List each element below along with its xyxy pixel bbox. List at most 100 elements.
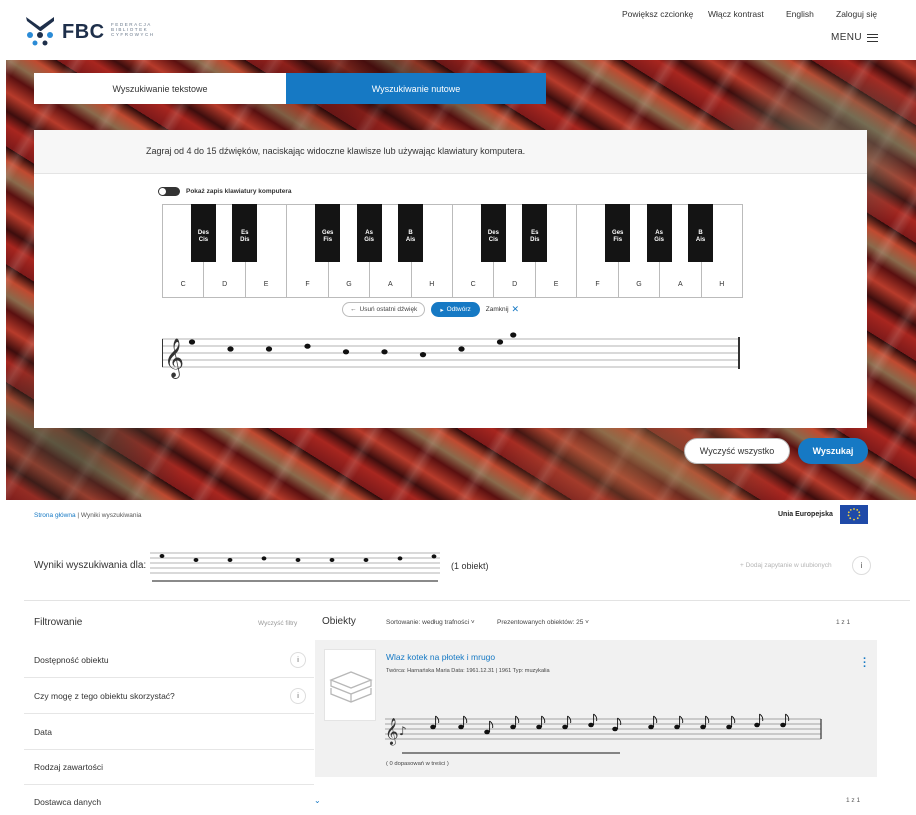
more-options-icon[interactable]: · · · <box>863 654 867 673</box>
query-note <box>159 554 165 558</box>
keyboard-toggle-row[interactable]: Pokaż zapis klawiatury komputera <box>158 187 291 196</box>
keyboard-toggle-switch[interactable] <box>158 187 180 196</box>
card-note <box>780 722 786 728</box>
card-note-flag <box>759 713 764 722</box>
filter-date[interactable]: Data ⌄ <box>24 715 321 750</box>
query-note <box>295 558 301 562</box>
input-note <box>265 346 273 352</box>
white-key-label: C <box>470 281 476 288</box>
filter-data-provider[interactable]: Dostawca danych ⌄ <box>24 785 321 815</box>
section-divider <box>24 600 910 601</box>
logo-subtitle: FEDERACJA BIBLIOTEK CYFROWYCH <box>111 22 155 37</box>
card-note <box>648 724 654 730</box>
sort-dropdown[interactable]: Sortowanie: według trafności ˅ <box>386 619 475 626</box>
clear-filters-link[interactable]: Wyczyść filtry <box>258 620 297 627</box>
play-icon: ▸ <box>440 306 444 314</box>
card-note-flag <box>731 715 736 724</box>
undo-last-note-button[interactable]: ← Usuń ostatni dźwięk <box>342 302 426 317</box>
result-item-card[interactable]: Wlaz kotek na płotek i mrugo Twórca: Har… <box>315 640 877 777</box>
chevron-down-icon: ˅ <box>470 619 475 626</box>
black-key[interactable]: Es Dis <box>522 204 548 262</box>
black-key[interactable]: As Gis <box>646 204 672 262</box>
white-key-label: D <box>512 281 518 288</box>
input-note <box>188 339 196 345</box>
input-notes <box>188 332 517 358</box>
white-key-label: F <box>305 281 310 288</box>
black-key-label: Es Dis <box>530 230 540 243</box>
breadcrumb-home-link[interactable]: Strona główna <box>34 512 76 519</box>
results-count: (1 obiekt) <box>451 561 489 571</box>
card-note <box>562 724 568 730</box>
pagination-bottom[interactable]: 1 z 1 <box>846 797 860 804</box>
filter-label: Data <box>34 727 52 737</box>
piano-keyboard: C D E F G A H C D E F G A H Des Cis Es Dis Ges Fis As Gis… <box>162 204 743 298</box>
card-note-flag <box>705 715 710 724</box>
logo-text: FBC <box>62 21 105 43</box>
arrow-left-icon: ← <box>350 306 357 313</box>
menu-label: MENU <box>831 32 863 43</box>
add-to-favorites-link[interactable]: + Dodaj zapytanie w ulubionych <box>740 562 832 569</box>
menu-button[interactable]: MENU <box>831 32 879 43</box>
pagination-top[interactable]: 1 z 1 <box>836 619 850 626</box>
black-key-label: B Ais <box>405 230 416 243</box>
chevron-down-icon: ˅ <box>585 619 589 626</box>
contrast-link[interactable]: Włącz kontrast <box>708 9 764 19</box>
tab-music-search[interactable]: Wyszukiwanie nutowe <box>286 73 546 104</box>
input-note <box>496 339 504 345</box>
info-icon[interactable]: i <box>290 688 306 704</box>
black-key-label: As Gis <box>654 230 664 243</box>
eu-flag-icon <box>840 505 868 524</box>
item-notation-staff: 𝄞 ♪ <box>385 713 822 754</box>
input-note <box>419 352 427 358</box>
music-search-panel: Zagraj od 4 do 15 dźwięków, naciskając w… <box>34 130 867 428</box>
black-key[interactable]: Des Cis <box>190 204 216 262</box>
black-key[interactable]: Ges Fis <box>605 204 631 262</box>
logo-mark-icon <box>26 17 54 46</box>
black-key[interactable]: Des Cis <box>480 204 506 262</box>
fbc-logo[interactable]: FBC FEDERACJA BIBLIOTEK CYFROWYCH <box>24 13 174 49</box>
item-thumbnail[interactable] <box>324 649 376 721</box>
results-info-icon[interactable]: i <box>852 556 871 575</box>
black-key[interactable]: B Ais <box>688 204 714 262</box>
white-key-label: C <box>180 281 186 288</box>
per-page-dropdown[interactable]: Prezentowanych obiektów: 25 ˅ <box>497 619 589 626</box>
black-key-label: B Ais <box>695 230 706 243</box>
chevron-down-icon[interactable]: ⌄ <box>314 796 321 805</box>
info-icon[interactable]: i <box>290 652 306 668</box>
white-key-label: H <box>429 281 435 288</box>
results-label: Wyniki wyszukiwania dla: <box>34 560 147 571</box>
black-key[interactable]: Ges Fis <box>315 204 341 262</box>
filter-availability[interactable]: Dostępność obiektu i ⌄ <box>24 643 321 678</box>
play-button[interactable]: ▸ Odtwórz <box>431 302 480 317</box>
white-key-label: F <box>595 281 600 288</box>
undo-label: Usuń ostatni dźwięk <box>359 306 418 313</box>
english-link[interactable]: English <box>786 9 814 19</box>
enlarge-font-link[interactable]: Powiększ czcionkę <box>622 9 693 19</box>
play-label: Odtwórz <box>446 306 471 313</box>
card-note <box>754 722 760 728</box>
item-title-link[interactable]: Wlaz kotek na płotek i mrugo <box>386 652 495 662</box>
filter-usage-rights[interactable]: Czy mogę z tego obiektu skorzystać? i ⌄ <box>24 679 321 714</box>
black-key-label: Es Dis <box>240 230 250 243</box>
close-keyboard-button[interactable]: Zamknij ✕ <box>486 304 519 315</box>
keyboard-toggle-label: Pokaż zapis klawiatury komputera <box>186 188 292 195</box>
card-note-flag <box>515 715 520 724</box>
white-key-label: E <box>263 281 269 288</box>
card-staff-lines <box>385 718 821 740</box>
breadcrumb-current: Wyniki wyszukiwania <box>80 512 142 519</box>
black-key-label: Ges Fis <box>612 230 624 243</box>
white-key-label: D <box>222 281 228 288</box>
card-note-flag <box>463 715 468 724</box>
card-note <box>430 724 436 730</box>
filter-content-type[interactable]: Rodzaj zawartości ⌄ <box>24 750 321 785</box>
clear-all-button[interactable]: Wyczyść wszystko <box>684 438 790 464</box>
time-signature-icon: ♪ <box>399 724 407 738</box>
input-note <box>381 349 388 355</box>
login-link[interactable]: Zaloguj się <box>836 9 877 19</box>
search-button[interactable]: Wyszukaj <box>798 438 868 464</box>
tab-text-search[interactable]: Wyszukiwanie tekstowe <box>34 73 286 104</box>
black-key[interactable]: Es Dis <box>232 204 258 262</box>
eu-label: Unia Europejska <box>778 511 833 518</box>
black-key[interactable]: As Gis <box>356 204 382 262</box>
black-key[interactable]: B Ais <box>398 204 424 262</box>
